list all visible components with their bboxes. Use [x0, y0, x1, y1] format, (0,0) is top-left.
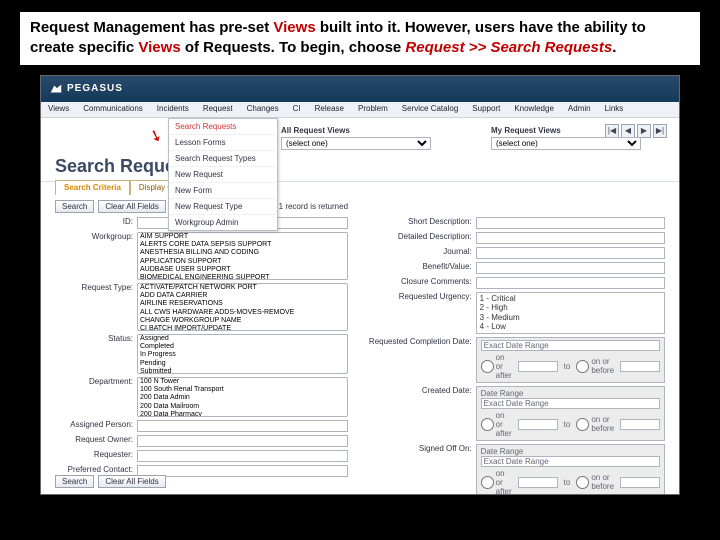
comp-to-field[interactable] [620, 361, 660, 372]
page-title: Search Requests [41, 150, 679, 182]
all-views-label: All Request Views [281, 126, 431, 135]
request-type-select[interactable]: ACTIVATE/PATCH NETWORK PORTADD DATA CARR… [137, 283, 348, 331]
signed-from-field[interactable] [518, 477, 558, 488]
signed-label: Signed Off On: [366, 444, 476, 453]
all-views-select[interactable]: (select one) [281, 137, 431, 150]
menu-service-catalog[interactable]: Service Catalog [395, 102, 465, 117]
completion-date-range-select[interactable]: Exact Date Range [481, 340, 660, 351]
department-select[interactable]: 100 N Tower100 South Renal Transport200 … [137, 377, 348, 417]
annotation-arrow-icon: ➘ [146, 124, 165, 147]
menu-links[interactable]: Links [598, 102, 631, 117]
search-button-bottom[interactable]: Search [55, 475, 94, 488]
journal-field[interactable] [476, 247, 665, 259]
submenu-new-request[interactable]: New Request [169, 167, 277, 183]
my-views-label: My Request Views [491, 126, 641, 135]
nav-last-button[interactable]: ▶| [653, 124, 667, 138]
assigned-field[interactable] [137, 420, 348, 432]
detailed-description-field[interactable] [476, 232, 665, 244]
requrg-label: Requested Urgency: [366, 292, 476, 301]
pegasus-icon [49, 82, 63, 96]
submenu-new-request-type[interactable]: New Request Type [169, 199, 277, 215]
menu-request[interactable]: Request [196, 102, 240, 117]
created-to-field[interactable] [620, 419, 660, 430]
created-onafter-radio[interactable] [481, 418, 494, 431]
requester-label: Requester: [55, 450, 137, 459]
status-label: Status: [55, 334, 137, 343]
workgroup-label: Workgroup: [55, 232, 137, 241]
app-header: PEGASUS [41, 76, 679, 102]
my-views-select[interactable]: (select one) [491, 137, 641, 150]
detaildesc-label: Detailed Description: [366, 232, 476, 241]
short-description-field[interactable] [476, 217, 665, 229]
menu-changes[interactable]: Changes [240, 102, 286, 117]
assigned-label: Assigned Person: [55, 420, 137, 429]
preferred-contact-field[interactable] [137, 465, 348, 477]
created-date-group: Date Range Exact Date Range on or aftert… [476, 386, 665, 441]
reqtype-label: Request Type: [55, 283, 137, 292]
submenu-workgroup-admin[interactable]: Workgroup Admin [169, 215, 277, 230]
requester-field[interactable] [137, 450, 348, 462]
submenu-lesson-forms[interactable]: Lesson Forms [169, 135, 277, 151]
status-select[interactable]: AssignedCompletedIn ProgressPendingSubmi… [137, 334, 348, 374]
workgroup-select[interactable]: AIM SUPPORTALERTS CORE DATA SEPSIS SUPPO… [137, 232, 348, 280]
brand-logo: PEGASUS [49, 82, 123, 96]
benefit-label: Benefit/Value: [366, 262, 476, 271]
completion-date-group: Exact Date Range on or aftertoon or befo… [476, 337, 665, 383]
menu-communications[interactable]: Communications [76, 102, 150, 117]
menu-problem[interactable]: Problem [351, 102, 395, 117]
menu-views[interactable]: Views [41, 102, 76, 117]
comp-onbefore-radio[interactable] [576, 360, 589, 373]
submenu-search-request-types[interactable]: Search Request Types [169, 151, 277, 167]
created-from-field[interactable] [518, 419, 558, 430]
request-submenu: Search RequestsLesson FormsSearch Reques… [168, 118, 278, 231]
menu-admin[interactable]: Admin [561, 102, 598, 117]
menu-knowledge[interactable]: Knowledge [507, 102, 561, 117]
signed-date-group: Date Range Exact Date Range on or aftert… [476, 444, 665, 495]
closure-field[interactable] [476, 277, 665, 289]
urgency-list[interactable]: 1 - Critical2 - High3 - Medium4 - Low [476, 292, 665, 334]
clear-all-button-bottom[interactable]: Clear All Fields [98, 475, 165, 488]
signed-onbefore-radio[interactable] [576, 476, 589, 489]
menu-release[interactable]: Release [308, 102, 351, 117]
reqcomp-label: Requested Completion Date: [366, 337, 476, 346]
menu-support[interactable]: Support [465, 102, 507, 117]
shortdesc-label: Short Description: [366, 217, 476, 226]
signed-date-range-select[interactable]: Exact Date Range [481, 456, 660, 467]
created-label: Created Date: [366, 386, 476, 395]
benefit-field[interactable] [476, 262, 665, 274]
signed-to-field[interactable] [620, 477, 660, 488]
created-date-range-select[interactable]: Exact Date Range [481, 398, 660, 409]
request-owner-field[interactable] [137, 435, 348, 447]
reqowner-label: Request Owner: [55, 435, 137, 444]
slide-caption: Request Management has pre-set Views bui… [20, 12, 700, 65]
closure-label: Closure Comments: [366, 277, 476, 286]
app-window: PEGASUS ViewsCommunicationsIncidentsRequ… [40, 75, 680, 495]
menu-incidents[interactable]: Incidents [150, 102, 196, 117]
submenu-new-form[interactable]: New Form [169, 183, 277, 199]
menu-ci[interactable]: CI [286, 102, 308, 117]
clear-all-button[interactable]: Clear All Fields [98, 200, 165, 213]
prefcontact-label: Preferred Contact: [55, 465, 137, 474]
comp-from-field[interactable] [518, 361, 558, 372]
submenu-search-requests[interactable]: Search Requests [169, 119, 277, 135]
signed-onafter-radio[interactable] [481, 476, 494, 489]
comp-onafter-radio[interactable] [481, 360, 494, 373]
tab-search-criteria[interactable]: Search Criteria [55, 180, 130, 195]
department-label: Department: [55, 377, 137, 386]
menubar: ViewsCommunicationsIncidentsRequestChang… [41, 102, 679, 118]
journal-label: Journal: [366, 247, 476, 256]
created-onbefore-radio[interactable] [576, 418, 589, 431]
id-label: ID: [55, 217, 137, 226]
search-button[interactable]: Search [55, 200, 94, 213]
